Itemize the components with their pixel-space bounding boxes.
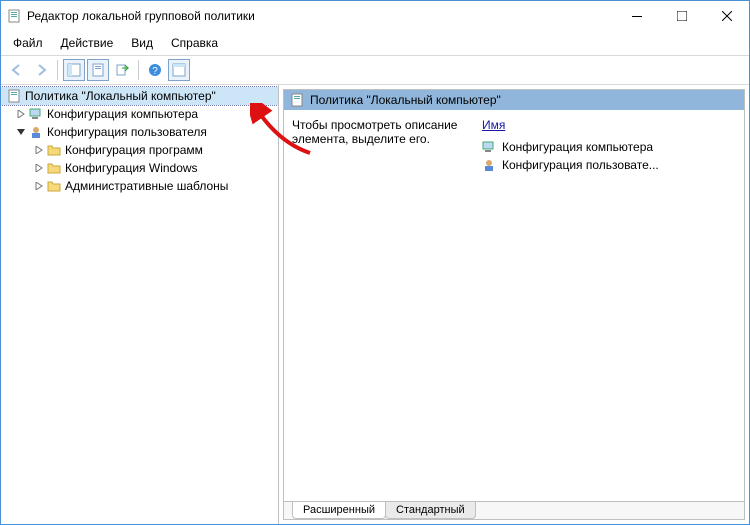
tree-pane: Политика "Локальный компьютер" Конфигура… (1, 85, 279, 524)
list-item-user[interactable]: Конфигурация пользовате... (482, 156, 736, 174)
close-button[interactable] (704, 1, 749, 31)
computer-icon (29, 107, 43, 121)
tree-user-config[interactable]: Конфигурация пользователя (1, 123, 278, 141)
maximize-button[interactable] (659, 1, 704, 31)
tree-computer-config[interactable]: Конфигурация компьютера (1, 105, 278, 123)
tree-label: Конфигурация пользователя (45, 125, 209, 139)
menu-help[interactable]: Справка (163, 33, 226, 53)
tree-user-windows[interactable]: Конфигурация Windows (1, 159, 278, 177)
folder-icon (47, 179, 61, 193)
filter-button[interactable] (168, 59, 190, 81)
list-item-label: Конфигурация пользовате... (502, 158, 659, 172)
export-button[interactable] (111, 59, 133, 81)
details-pane: Политика "Локальный компьютер" Чтобы про… (279, 85, 749, 524)
back-button[interactable] (6, 59, 28, 81)
toolbar: ? (1, 56, 749, 85)
policy-icon (290, 93, 304, 107)
menu-file[interactable]: Файл (5, 33, 51, 53)
tree-user-admin[interactable]: Административные шаблоны (1, 177, 278, 195)
titlebar: Редактор локальной групповой политики (1, 1, 749, 31)
toolbar-divider (138, 60, 139, 80)
tree-root[interactable]: Политика "Локальный компьютер" (1, 87, 278, 105)
show-hide-tree-button[interactable] (63, 59, 85, 81)
tree-label: Конфигурация Windows (63, 161, 200, 175)
column-header-name[interactable]: Имя (482, 118, 505, 132)
folder-icon (47, 161, 61, 175)
toolbar-divider (57, 60, 58, 80)
chevron-right-icon[interactable] (33, 162, 45, 174)
tree-root-label: Политика "Локальный компьютер" (23, 89, 218, 103)
tab-extended[interactable]: Расширенный (292, 502, 386, 519)
chevron-down-icon[interactable] (15, 126, 27, 138)
user-icon (482, 158, 496, 172)
details-hint: Чтобы просмотреть описание элемента, выд… (292, 118, 457, 146)
list-item-label: Конфигурация компьютера (502, 140, 653, 154)
app-icon (7, 9, 21, 23)
menu-action[interactable]: Действие (53, 33, 122, 53)
list-item-computer[interactable]: Конфигурация компьютера (482, 138, 736, 156)
tab-standard[interactable]: Стандартный (385, 502, 476, 519)
folder-icon (47, 143, 61, 157)
tree-user-software[interactable]: Конфигурация программ (1, 141, 278, 159)
chevron-right-icon[interactable] (33, 180, 45, 192)
menubar: Файл Действие Вид Справка (1, 31, 749, 56)
chevron-right-icon[interactable] (15, 108, 27, 120)
tree-label: Конфигурация компьютера (45, 107, 200, 121)
chevron-right-icon[interactable] (33, 144, 45, 156)
help-button[interactable]: ? (144, 59, 166, 81)
forward-button[interactable] (30, 59, 52, 81)
properties-button[interactable] (87, 59, 109, 81)
tree-label: Конфигурация программ (63, 143, 205, 157)
minimize-button[interactable] (614, 1, 659, 31)
details-heading-text: Политика "Локальный компьютер" (310, 93, 501, 107)
details-heading: Политика "Локальный компьютер" (284, 90, 744, 110)
tree-label: Административные шаблоны (63, 179, 230, 193)
computer-icon (482, 140, 496, 154)
user-icon (29, 125, 43, 139)
menu-view[interactable]: Вид (123, 33, 161, 53)
policy-icon (7, 89, 21, 103)
svg-text:?: ? (152, 66, 158, 77)
window-title: Редактор локальной групповой политики (27, 9, 255, 23)
view-tabs: Расширенный Стандартный (284, 501, 744, 519)
